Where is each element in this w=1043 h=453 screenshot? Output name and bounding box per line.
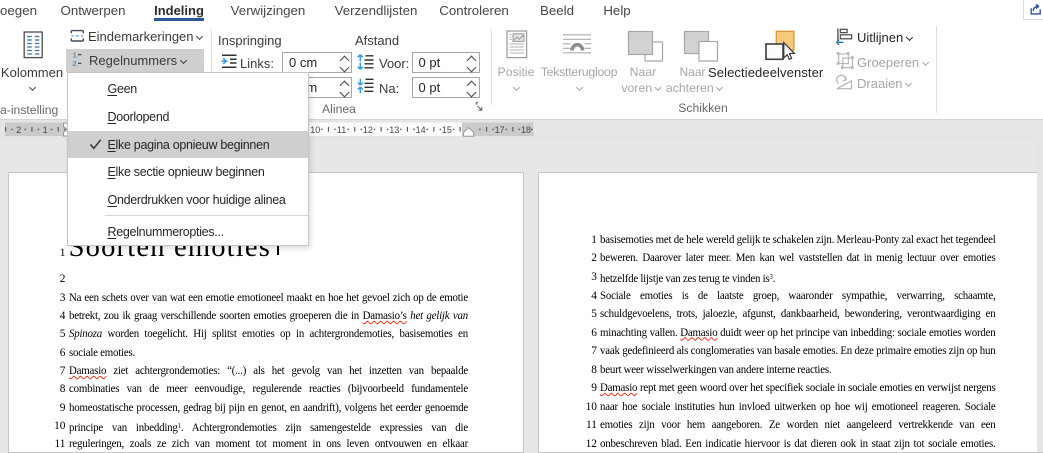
svg-text:11: 11 [337,125,346,135]
svg-text:2: 2 [16,125,21,135]
svg-text:1: 1 [73,50,78,59]
svg-text:10: 10 [310,125,320,135]
svg-text:14: 14 [416,125,426,135]
svg-text:2: 2 [73,59,77,68]
svg-text:18: 18 [521,125,531,135]
svg-text:13: 13 [389,125,399,135]
svg-text:1: 1 [43,125,48,135]
svg-text:17: 17 [495,125,505,135]
svg-text:15: 15 [442,125,452,135]
svg-text:12: 12 [363,125,373,135]
